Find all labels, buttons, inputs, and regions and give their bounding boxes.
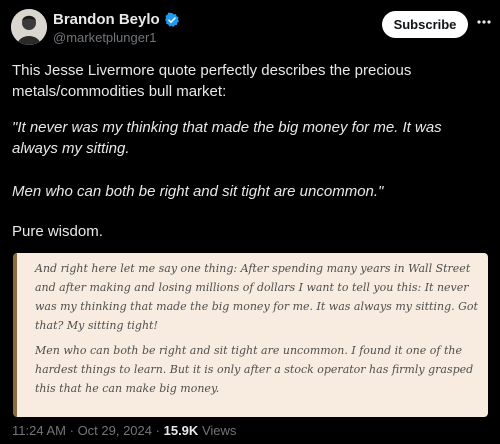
subscribe-button[interactable]: Subscribe — [382, 11, 468, 38]
views-label: Views — [201, 423, 237, 438]
quote-paragraph-1: And right here let me say one thing: Aft… — [35, 262, 478, 332]
tweet-quote-line2: Men who can both be right and sit tight … — [12, 183, 384, 200]
avatar-image — [11, 9, 47, 45]
meta-separator: · — [155, 423, 160, 438]
verified-badge-icon — [164, 12, 179, 27]
tweet-date[interactable]: Oct 29, 2024 — [78, 423, 152, 438]
tweet-time[interactable]: 11:24 AM — [12, 423, 66, 438]
meta-separator: · — [69, 423, 74, 438]
author-handle[interactable]: @marketplunger1 — [53, 30, 157, 45]
tweet-quote-line1: "It never was my thinking that made the … — [12, 119, 442, 157]
author-name-row: Brandon Beylo — [53, 11, 180, 28]
views-count: 15.9K — [163, 423, 199, 438]
quote-image-card[interactable]: And right here let me say one thing: Aft… — [13, 253, 488, 417]
author-name[interactable]: Brandon Beylo — [53, 11, 160, 28]
quote-paragraph-2: Men who can both be right and sit tight … — [35, 344, 474, 395]
tweet-closing: Pure wisdom. — [12, 223, 103, 240]
ellipsis-icon[interactable] — [476, 14, 492, 30]
tweet-intro: This Jesse Livermore quote perfectly des… — [12, 62, 412, 100]
tweet-meta: 11:24 AM · Oct 29, 2024 · 15.9K Views — [12, 423, 236, 438]
avatar[interactable] — [11, 9, 47, 45]
